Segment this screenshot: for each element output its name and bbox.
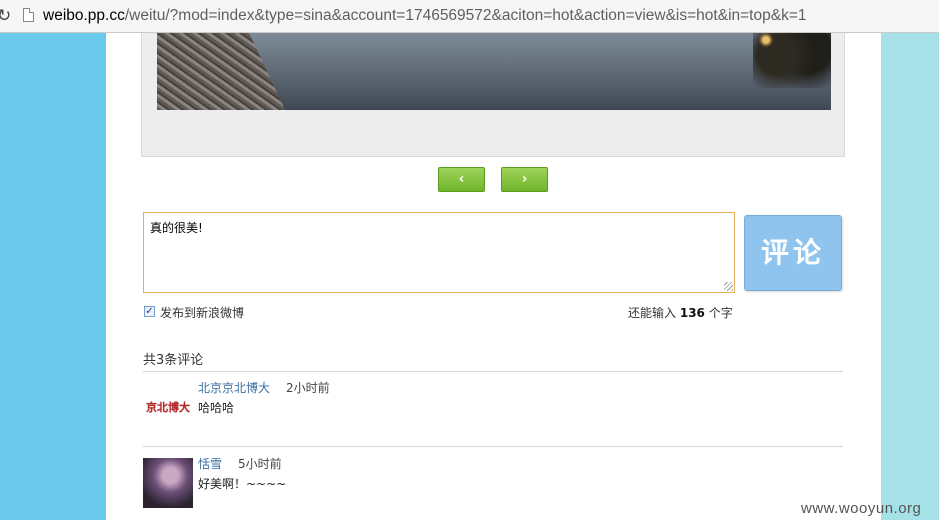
- photo-rock: [157, 33, 285, 110]
- right-background-panel: [881, 33, 939, 520]
- page-icon: [23, 8, 34, 22]
- url-host: weibo.pp.cc: [43, 7, 125, 24]
- avatar[interactable]: [143, 458, 193, 508]
- photo-frame: [141, 33, 845, 157]
- url-path: /weitu/?mod=index&type=sina&account=1746…: [124, 7, 807, 24]
- char-count-prefix: 还能输入: [628, 306, 677, 320]
- chevron-right-icon: ›: [521, 171, 528, 187]
- address-bar[interactable]: ↻ weibo.pp.cc/weitu/?mod=index&type=sina…: [0, 0, 939, 33]
- next-button[interactable]: ›: [501, 167, 548, 192]
- watermark: www.wooyun.org: [801, 500, 922, 517]
- photo-light: [759, 33, 773, 47]
- avatar[interactable]: 京北博大: [146, 399, 190, 415]
- comment-text: 好美啊！~~~~: [198, 477, 287, 491]
- comment-time: 5小时前: [238, 457, 282, 471]
- resize-grip-icon[interactable]: [724, 282, 733, 291]
- comment-author[interactable]: 北京京北博大: [198, 379, 270, 396]
- share-to-weibo-checkbox[interactable]: ✓: [144, 306, 155, 317]
- submit-comment-button[interactable]: 评论: [744, 215, 842, 291]
- comment-author[interactable]: 恬雪: [198, 455, 222, 472]
- comments-title: 共3条评论: [143, 353, 204, 368]
- comment-text: 哈哈哈: [198, 401, 235, 415]
- comments-divider: [143, 371, 843, 372]
- url-text[interactable]: weibo.pp.cc/weitu/?mod=index&type=sina&a…: [43, 7, 807, 25]
- comment-time: 2小时前: [286, 381, 330, 395]
- char-count-suffix: 个字: [708, 306, 733, 320]
- char-count: 还能输入 136 个字: [628, 304, 733, 321]
- photo-image: [157, 33, 831, 110]
- comment-input[interactable]: 真的很美!: [143, 212, 735, 293]
- left-background-panel: [0, 33, 106, 520]
- comment-divider: [143, 446, 843, 447]
- char-count-number: 136: [679, 306, 705, 320]
- chevron-left-icon: ‹: [458, 171, 465, 187]
- previous-button[interactable]: ‹: [438, 167, 485, 192]
- reload-icon[interactable]: ↻: [0, 6, 11, 26]
- share-to-weibo-label: 发布到新浪微博: [160, 306, 245, 320]
